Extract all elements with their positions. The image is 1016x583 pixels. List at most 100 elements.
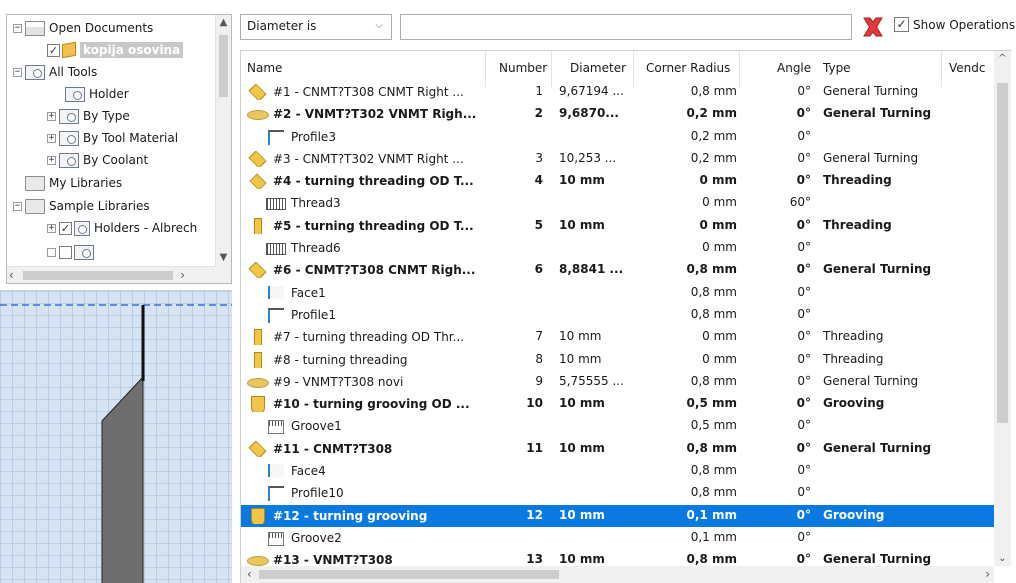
show-operations-toggle[interactable]: ✓ Show Operations — [894, 17, 1015, 32]
table-horizontal-scrollbar[interactable]: ‹ › — [241, 566, 994, 583]
scroll-thumb[interactable] — [259, 570, 559, 579]
thread-insert-icon — [247, 217, 269, 234]
tree-vertical-scrollbar[interactable]: ▲ ▼ — [215, 15, 231, 266]
tree-item-holders-albrecht[interactable]: + ✓ Holders - Albrech — [47, 217, 197, 239]
cell-corner-radius: 0 mm — [702, 351, 737, 366]
cell-angle: 0° — [797, 418, 811, 433]
scroll-up-arrow-icon[interactable]: ^ — [994, 53, 1011, 64]
scroll-thumb[interactable] — [23, 271, 173, 280]
scroll-left-arrow-icon[interactable]: ‹ — [9, 267, 14, 283]
expand-toggle-icon[interactable] — [47, 247, 56, 257]
cell-type: Threading — [823, 351, 884, 366]
tool-row[interactable]: #4 - turning threading OD T... 4 10 mm 0 mm… — [241, 170, 995, 192]
column-header-diameter[interactable]: Diameter — [570, 61, 626, 75]
tool-row[interactable]: #12 - turning grooving 12 10 mm 0,1 mm 0° Gro… — [241, 504, 995, 527]
tool-row[interactable]: #7 - turning threading OD Thr... 7 10 mm 0 … — [241, 326, 995, 348]
tree-item-label: Holders - Albrech — [94, 221, 198, 235]
tree-item-sample-libraries[interactable]: − Sample Libraries — [13, 195, 150, 217]
holder-icon — [74, 220, 90, 236]
scroll-thumb[interactable] — [997, 83, 1008, 423]
tool-row[interactable]: #11 - CNMT?T308 11 10 mm 0,8 mm 0° General Tu… — [241, 438, 995, 460]
scroll-right-arrow-icon[interactable]: › — [985, 567, 990, 581]
include-checkbox[interactable] — [59, 245, 72, 259]
column-header-angle[interactable]: Angle — [777, 61, 811, 75]
include-checkbox[interactable]: ✓ — [47, 43, 60, 57]
tool-row[interactable]: #2 - VNMT?T302 VNMT Righ... 2 9,6870... 0,2… — [241, 103, 995, 125]
show-operations-checkbox[interactable]: ✓ — [894, 17, 909, 32]
cell-name: #1 - CNMT?T308 CNMT Right ... — [247, 84, 485, 100]
cell-name: #8 - turning threading — [247, 351, 485, 368]
operation-row[interactable]: Thread6 0 mm 0° — [241, 237, 995, 259]
clear-filter-button[interactable] — [858, 14, 888, 40]
cell-name: #3 - CNMT?T302 VNMT Right ... — [247, 151, 485, 167]
tree-item-my-libraries[interactable]: My Libraries — [25, 172, 122, 194]
operation-row[interactable]: Profile1 0,8 mm 0° — [241, 304, 995, 326]
tree-item-by-coolant[interactable]: + By Coolant — [47, 149, 148, 171]
expand-toggle-icon[interactable]: + — [47, 111, 56, 121]
expand-toggle-icon[interactable]: + — [47, 223, 56, 233]
tree-horizontal-scrollbar[interactable]: ‹ › — [7, 266, 215, 283]
tool-row[interactable]: #9 - VNMT?T308 novi 9 5,75555 ... 0,8 mm 0° G… — [241, 371, 995, 393]
filter-field-value: Diameter is — [247, 19, 317, 33]
cell-number: 11 — [526, 440, 543, 455]
cell-diameter: 10 mm — [559, 396, 605, 411]
row-name-text: #3 - CNMT?T302 VNMT Right ... — [273, 151, 464, 166]
tree-item-by-type[interactable]: + By Type — [47, 105, 130, 127]
tree-item-open-documents[interactable]: − Open Documents — [13, 17, 153, 39]
collapse-toggle-icon[interactable]: − — [13, 67, 22, 77]
column-header-vendor[interactable]: Vendc — [949, 61, 985, 75]
column-header-name[interactable]: Name — [247, 61, 282, 75]
scroll-down-arrow-icon[interactable]: ▼ — [216, 250, 231, 266]
include-checkbox[interactable]: ✓ — [59, 221, 72, 235]
operation-row[interactable]: Face4 0,8 mm 0° — [241, 460, 995, 482]
tool-row[interactable]: #8 - turning threading 8 10 mm 0 mm 0° Thread… — [241, 349, 995, 371]
groove-op-icon — [265, 418, 287, 435]
scroll-down-arrow-icon[interactable]: ⌄ — [994, 553, 1011, 564]
cell-number: 4 — [534, 173, 543, 188]
table-vertical-scrollbar[interactable]: ^ ⌄ — [994, 51, 1011, 566]
show-operations-label: Show Operations — [913, 17, 1016, 32]
cell-type: General Turning — [823, 262, 932, 277]
cell-diameter: 10 mm — [559, 329, 602, 344]
cell-number: 2 — [534, 106, 543, 121]
row-name-text: Thread3 — [291, 196, 341, 211]
filter-field-select[interactable]: Diameter is ⌵ — [240, 14, 392, 40]
operation-row[interactable]: Profile10 0,8 mm 0° — [241, 482, 995, 504]
tree-item-kopija-osovina[interactable]: ✓ kopija osovina — [47, 39, 184, 61]
tool-row[interactable]: #5 - turning threading OD T... 5 10 mm 0 mm… — [241, 215, 995, 237]
operation-row[interactable]: Groove2 0,1 mm 0° — [241, 527, 995, 549]
expand-toggle-icon[interactable]: + — [47, 155, 56, 165]
tree-item-label: By Coolant — [83, 153, 149, 167]
tool-row[interactable]: #6 - CNMT?T308 CNMT Righ... 6 8,8841 ... 0,… — [241, 259, 995, 281]
tree-item-label: My Libraries — [49, 176, 123, 190]
operation-row[interactable]: Profile3 0,2 mm 0° — [241, 126, 995, 148]
profile-op-icon — [265, 485, 287, 502]
filter-value-input[interactable] — [400, 14, 852, 40]
scroll-left-arrow-icon[interactable]: ‹ — [247, 567, 252, 581]
scroll-right-arrow-icon[interactable]: › — [180, 267, 185, 283]
tree-item-all-tools[interactable]: − All Tools — [13, 61, 97, 83]
cell-type: Threading — [823, 173, 892, 188]
expand-toggle-icon[interactable]: + — [47, 133, 56, 143]
operation-row[interactable]: Thread3 0 mm 60° — [241, 192, 995, 214]
tree-item-by-tool-material[interactable]: + By Tool Material — [47, 127, 178, 149]
column-header-number[interactable]: Number — [499, 61, 547, 75]
collapse-toggle-icon[interactable]: − — [13, 23, 22, 33]
cell-name: Groove1 — [247, 418, 485, 435]
row-name-text: #12 - turning grooving — [273, 508, 428, 523]
scroll-up-arrow-icon[interactable]: ▲ — [216, 15, 231, 31]
column-header-type[interactable]: Type — [823, 61, 851, 75]
operation-row[interactable]: Face1 0,8 mm 0° — [241, 282, 995, 304]
operation-row[interactable]: Groove1 0,5 mm 0° — [241, 415, 995, 437]
scroll-thumb[interactable] — [219, 35, 228, 97]
tool-row[interactable]: #10 - turning grooving OD ... 10 10 mm 0,5 … — [241, 393, 995, 415]
tool-row[interactable]: #3 - CNMT?T302 VNMT Right ... 3 10,253 ...… — [241, 148, 995, 170]
collapse-toggle-icon[interactable]: − — [13, 201, 22, 211]
tree-item-partial[interactable] — [47, 241, 98, 263]
column-header-corner-radius[interactable]: Corner Radius — [646, 61, 730, 75]
tool-row[interactable]: #1 - CNMT?T308 CNMT Right ... 1 9,67194 ..… — [241, 81, 995, 103]
cell-name: Groove2 — [247, 530, 485, 546]
cell-corner-radius: 0,8 mm — [690, 463, 737, 478]
grooving-insert-icon — [247, 396, 269, 413]
tree-item-holder[interactable]: Holder — [65, 83, 129, 105]
